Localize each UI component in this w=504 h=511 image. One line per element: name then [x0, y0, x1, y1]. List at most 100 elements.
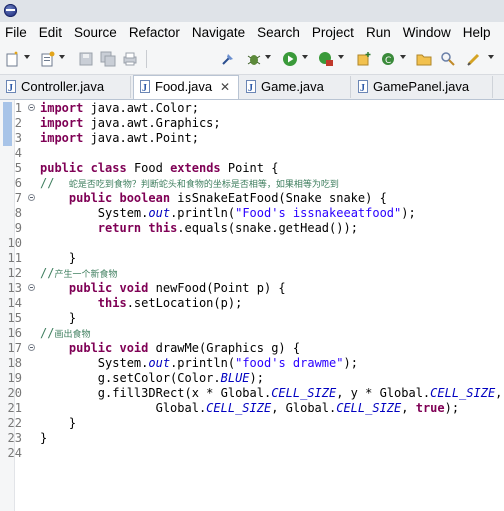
fold-toggle-icon[interactable]	[28, 104, 35, 111]
menu-refactor[interactable]: Refactor	[123, 22, 186, 44]
pen-icon[interactable]	[466, 51, 482, 67]
code-line[interactable]: 10	[8, 236, 504, 251]
code-token: boolean	[119, 191, 171, 205]
code-area[interactable]: 1 import java.awt.Color; 2 import java.awt.…	[8, 101, 504, 461]
code-token: public	[40, 191, 113, 205]
java-file-icon	[140, 78, 150, 100]
run-external-icon[interactable]	[318, 51, 334, 67]
code-token: //	[40, 326, 55, 340]
menu-navigate[interactable]: Navigate	[186, 22, 251, 44]
code-line[interactable]: 15 }	[8, 311, 504, 326]
code-line[interactable]: 13 public void newFood(Point p) {	[8, 281, 504, 296]
code-line[interactable]: 3 import java.awt.Point;	[15, 131, 504, 146]
code-editor[interactable]: 1 import java.awt.Color; 2 import java.awt.…	[0, 100, 504, 511]
code-token: g.fill3DRect(x * Global.	[40, 386, 272, 400]
code-line[interactable]: 23}	[8, 431, 504, 446]
debug-icon[interactable]	[246, 51, 262, 67]
menu-run[interactable]: Run	[360, 22, 397, 44]
line-number: 22	[7, 416, 22, 430]
line-number: 20	[7, 386, 22, 400]
fold-toggle-icon[interactable]	[28, 194, 35, 201]
menu-help[interactable]: Help	[457, 22, 497, 44]
svg-text:C: C	[385, 56, 391, 66]
print-icon[interactable]	[122, 51, 138, 67]
code-line[interactable]: 4	[15, 146, 504, 161]
new-class-dropdown-icon[interactable]	[59, 55, 65, 59]
fold-toggle-icon[interactable]	[28, 344, 35, 351]
code-line[interactable]: 14 this.setLocation(p);	[8, 296, 504, 311]
tab-game[interactable]: Game.java	[240, 76, 351, 100]
code-token: java.awt.Point;	[83, 131, 199, 145]
menu-source[interactable]: Source	[68, 22, 123, 44]
code-token: "Food's issnakeeatfood"	[235, 206, 402, 220]
code-line[interactable]: 18 System.out.println("food's drawme");	[8, 356, 504, 371]
code-token: this	[148, 221, 178, 235]
menu-window[interactable]: Window	[397, 22, 457, 44]
open-type-icon[interactable]: C	[380, 51, 396, 67]
run-external-dropdown-icon[interactable]	[338, 55, 344, 59]
code-line[interactable]: 17 public void drawMe(Graphics g) {	[8, 341, 504, 356]
code-line[interactable]: 22 }	[8, 416, 504, 431]
line-number: 8	[14, 206, 22, 220]
code-line[interactable]: 8 System.out.println("Food's issnakeeatf…	[15, 206, 504, 221]
code-line[interactable]: 9 return this.equals(snake.getHead());	[15, 221, 504, 236]
code-token: .println(	[170, 356, 236, 370]
run-icon[interactable]	[282, 51, 298, 67]
code-token: );	[343, 356, 358, 370]
code-line[interactable]: 20 g.fill3DRect(x * Global.CELL_SIZE, y …	[8, 386, 504, 401]
fold-toggle-icon[interactable]	[28, 284, 35, 291]
line-number: 16	[7, 326, 22, 340]
new-dropdown-icon[interactable]	[24, 55, 30, 59]
code-token: 产生一个新食物	[54, 270, 118, 280]
code-line[interactable]: 7 public boolean isSnakeEatFood(Snake sn…	[15, 191, 504, 206]
menu-edit[interactable]: Edit	[33, 22, 68, 44]
code-token: //	[40, 176, 69, 190]
code-line[interactable]: 24	[8, 446, 504, 461]
line-number: 21	[7, 401, 22, 415]
line-number: 19	[7, 371, 22, 385]
line-number: 6	[14, 176, 22, 190]
close-icon[interactable]: ✕	[220, 76, 230, 98]
menu-search[interactable]: Search	[251, 22, 306, 44]
tab-controller[interactable]: Controller.java	[0, 76, 131, 100]
code-line[interactable]: 12 //产生一个新食物	[8, 266, 504, 281]
search-icon[interactable]	[440, 51, 456, 67]
pin-icon[interactable]	[220, 51, 236, 67]
code-token: ,	[401, 401, 416, 415]
open-type-dropdown-icon[interactable]	[400, 55, 406, 59]
code-token: public	[40, 281, 113, 295]
code-token: public	[40, 161, 84, 175]
pen-dropdown-icon[interactable]	[488, 55, 494, 59]
code-line[interactable]: 11 }	[8, 251, 504, 266]
open-folder-icon[interactable]	[416, 51, 432, 67]
java-file-icon	[6, 78, 16, 100]
eclipse-icon	[4, 4, 17, 17]
tab-gamepanel[interactable]: GamePanel.java	[352, 76, 493, 100]
java-file-icon	[358, 78, 368, 100]
code-line[interactable]: 1 import java.awt.Color;	[15, 101, 504, 116]
code-line[interactable]: 5 public class Food extends Point {	[15, 161, 504, 176]
code-line[interactable]: 19 g.setColor(Color.BLUE);	[8, 371, 504, 386]
code-line[interactable]: 6 // 蛇是否吃到食物？判断蛇头和食物的坐标是否相等，如果相等为吃到	[15, 176, 504, 191]
code-token: void	[119, 281, 149, 295]
run-dropdown-icon[interactable]	[302, 55, 308, 59]
new-class-icon[interactable]	[40, 51, 56, 67]
line-number: 23	[7, 431, 22, 445]
java-file-icon	[246, 78, 256, 100]
new-icon[interactable]	[5, 51, 21, 67]
code-token: }	[40, 416, 77, 430]
code-line[interactable]: 16 //画出食物	[8, 326, 504, 341]
debug-dropdown-icon[interactable]	[265, 55, 271, 59]
save-all-icon[interactable]	[100, 51, 116, 67]
code-token: java.awt.Color;	[83, 101, 199, 115]
menu-project[interactable]: Project	[306, 22, 360, 44]
tab-food[interactable]: Food.java ✕	[133, 75, 239, 100]
new-java-class-icon[interactable]	[356, 51, 372, 67]
code-line[interactable]: 21 Global.CELL_SIZE, Global.CELL_SIZE, t…	[8, 401, 504, 416]
save-icon[interactable]	[78, 51, 94, 67]
code-token: CELL_SIZE	[206, 401, 272, 415]
code-line[interactable]: 2 import java.awt.Graphics;	[15, 116, 504, 131]
code-token: );	[401, 206, 416, 220]
menu-file[interactable]: File	[0, 22, 33, 44]
code-token: import	[40, 131, 84, 145]
